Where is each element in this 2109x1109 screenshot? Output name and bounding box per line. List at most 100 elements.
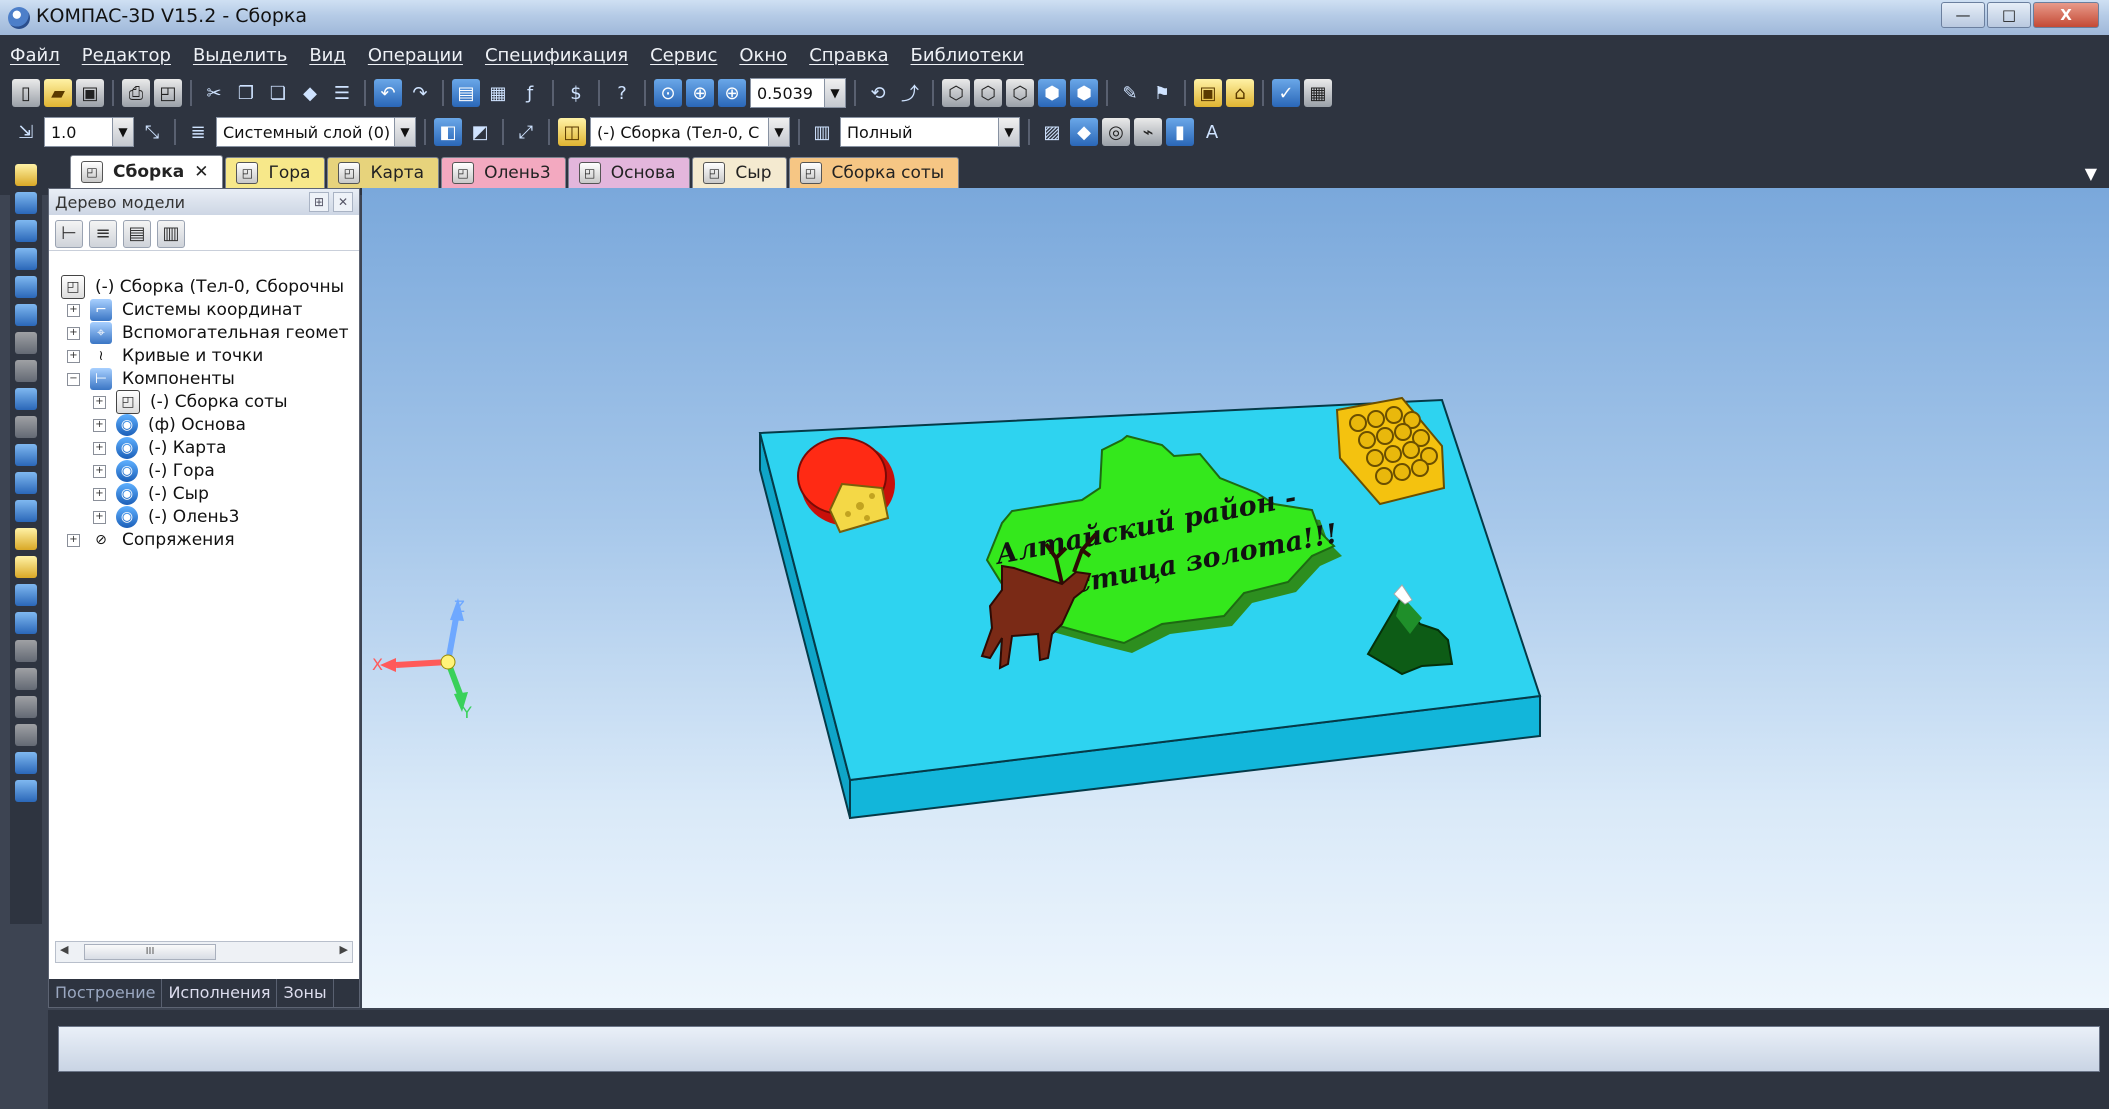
- tree-copy-icon[interactable]: ▥: [157, 219, 185, 248]
- edit-sketch-icon[interactable]: ◧: [434, 118, 462, 146]
- arrays-icon[interactable]: [15, 276, 37, 298]
- tab-versions[interactable]: Исполнения: [162, 979, 278, 1007]
- specification-icon[interactable]: [15, 444, 37, 466]
- menu-select[interactable]: Выделить: [193, 45, 287, 66]
- color-icon[interactable]: ◆: [1070, 118, 1098, 146]
- assembly-icon[interactable]: ◫: [558, 118, 586, 146]
- tab-osnova[interactable]: ◰ Основа: [567, 157, 691, 188]
- close-icon[interactable]: ✕: [194, 162, 208, 182]
- scrollbar-thumb[interactable]: III: [84, 944, 216, 960]
- menu-file[interactable]: Файл: [10, 45, 60, 66]
- variables-icon[interactable]: ▤: [452, 79, 480, 107]
- thin-lines-icon[interactable]: ⬡: [1006, 79, 1034, 107]
- aux-geometry-icon[interactable]: [15, 304, 37, 326]
- maximize-button[interactable]: □: [1987, 2, 2031, 28]
- chevron-down-icon[interactable]: ▼: [112, 118, 133, 146]
- material-icon[interactable]: ▮: [1166, 118, 1194, 146]
- chevron-down-icon[interactable]: ▼: [394, 118, 415, 146]
- menu-view[interactable]: Вид: [309, 45, 346, 66]
- shaded-icon[interactable]: ⬢: [1038, 79, 1066, 107]
- menu-specification[interactable]: Спецификация: [485, 45, 628, 66]
- paste-icon[interactable]: ❏: [264, 79, 292, 107]
- tree-properties-icon[interactable]: ▤: [123, 219, 151, 248]
- mates-icon[interactable]: [15, 500, 37, 522]
- undo-icon[interactable]: ↶: [374, 79, 402, 107]
- surfaces-icon[interactable]: [15, 248, 37, 270]
- tab-construction[interactable]: Построение: [49, 979, 163, 1007]
- designations-icon[interactable]: [15, 360, 37, 382]
- expand-icon[interactable]: +: [67, 533, 80, 547]
- wireframe-icon[interactable]: ⬡: [942, 79, 970, 107]
- expand-icon[interactable]: +: [93, 441, 106, 455]
- tab-olen3[interactable]: ◰ Олень3: [441, 157, 566, 188]
- add-component-icon[interactable]: [15, 528, 37, 550]
- shaded-edges-icon[interactable]: ⬢: [1070, 79, 1098, 107]
- measure-icon[interactable]: [15, 388, 37, 410]
- create-part-icon[interactable]: [15, 612, 37, 634]
- tab-sborka[interactable]: ◰ Сборка ✕: [70, 155, 224, 188]
- text-style-icon[interactable]: A: [1198, 118, 1226, 146]
- menu-help[interactable]: Справка: [809, 45, 888, 66]
- expand-icon[interactable]: +: [67, 303, 80, 317]
- pin-icon[interactable]: ⊞: [309, 192, 329, 212]
- minimize-button[interactable]: —: [1941, 2, 1985, 28]
- scroll-left-icon[interactable]: ◀: [60, 943, 68, 956]
- perspective-icon[interactable]: ⌂: [1226, 79, 1254, 107]
- scroll-right-icon[interactable]: ▶: [340, 943, 348, 956]
- chevron-down-icon[interactable]: ▼: [998, 118, 1019, 146]
- preview-icon[interactable]: ◰: [154, 79, 182, 107]
- hatch-icon[interactable]: ▨: [1038, 118, 1066, 146]
- tab-gora[interactable]: ◰ Гора: [225, 157, 326, 188]
- expand-icon[interactable]: +: [93, 418, 106, 432]
- edit-assembly-icon[interactable]: [15, 164, 37, 186]
- tree-structure-icon[interactable]: ⊢: [55, 219, 83, 248]
- standard-parts-icon[interactable]: [15, 780, 37, 802]
- tab-list-arrow-icon[interactable]: ▼: [2085, 164, 2097, 183]
- move-icon[interactable]: [15, 640, 37, 662]
- menu-editor[interactable]: Редактор: [82, 45, 171, 66]
- step-icon[interactable]: ⇲: [12, 118, 40, 146]
- reports-icon[interactable]: [15, 472, 37, 494]
- collision-icon[interactable]: [15, 696, 37, 718]
- tab-sborka-soty[interactable]: ◰ Сборка соты: [788, 157, 960, 188]
- expand-icon[interactable]: +: [67, 349, 80, 363]
- mirror-icon[interactable]: [15, 724, 37, 746]
- expand-icon[interactable]: +: [93, 487, 106, 501]
- expand-icon[interactable]: +: [93, 464, 106, 478]
- edit-in-place-icon[interactable]: [15, 584, 37, 606]
- print-icon[interactable]: ⎙: [122, 79, 150, 107]
- copy-icon[interactable]: ❐: [232, 79, 260, 107]
- edit-part-icon[interactable]: ◩: [466, 118, 494, 146]
- function-icon[interactable]: ƒ: [516, 79, 544, 107]
- menu-operations[interactable]: Операции: [368, 45, 463, 66]
- step-field[interactable]: 1.0 ▼: [44, 117, 134, 147]
- horizontal-scrollbar[interactable]: ◀ III ▶: [55, 941, 353, 963]
- library-parts-icon[interactable]: [15, 752, 37, 774]
- manager-icon[interactable]: ▦: [484, 79, 512, 107]
- orientation-select-icon[interactable]: ⤢: [512, 118, 540, 146]
- close-button[interactable]: X: [2033, 2, 2099, 28]
- expand-icon[interactable]: +: [93, 510, 106, 524]
- open-folder-icon[interactable]: ▰: [44, 79, 72, 107]
- properties-icon[interactable]: ◆: [296, 79, 324, 107]
- cube-icon[interactable]: ▣: [1194, 79, 1222, 107]
- current-object-select[interactable]: (-) Сборка (Тел-0, С ▼: [590, 117, 790, 147]
- collapse-icon[interactable]: −: [67, 372, 80, 386]
- model-viewport[interactable]: Алтайский район - частица золота!!! X Z …: [362, 188, 2109, 1008]
- menu-window[interactable]: Окно: [739, 45, 787, 66]
- tree-mode-icon[interactable]: ≡: [89, 219, 117, 248]
- close-icon[interactable]: ✕: [333, 192, 353, 212]
- expand-icon[interactable]: +: [67, 326, 80, 340]
- tree-item-mates[interactable]: + ⊘ Сопряжения: [67, 526, 235, 554]
- measure-icon[interactable]: ⌁: [1134, 118, 1162, 146]
- expand-icon[interactable]: +: [93, 395, 106, 409]
- mcs-icon[interactable]: ▦: [1304, 79, 1332, 107]
- chevron-down-icon[interactable]: ▼: [824, 79, 845, 107]
- menu-libraries[interactable]: Библиотеки: [911, 45, 1025, 66]
- view-mode-select[interactable]: Полный ▼: [840, 117, 1020, 147]
- save-icon[interactable]: ▣: [76, 79, 104, 107]
- filters-icon[interactable]: [15, 416, 37, 438]
- zoom-dynamic-icon[interactable]: ⊕: [686, 79, 714, 107]
- layer-select[interactable]: Системный слой (0) ▼: [216, 117, 416, 147]
- layer-icon[interactable]: ≣: [184, 118, 212, 146]
